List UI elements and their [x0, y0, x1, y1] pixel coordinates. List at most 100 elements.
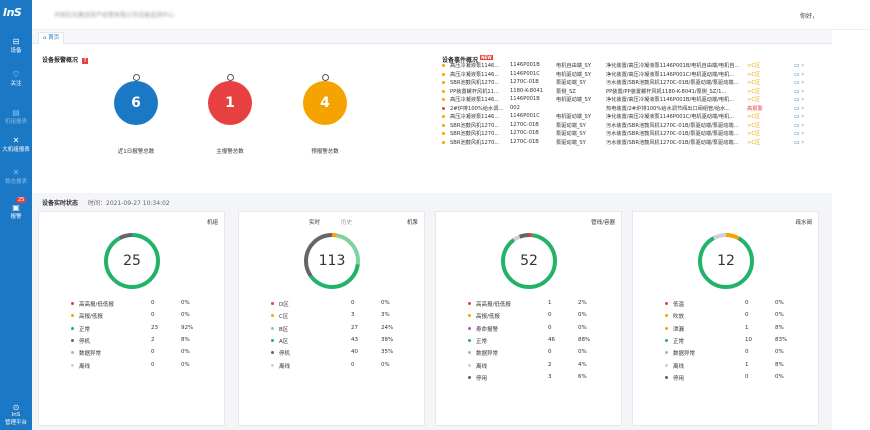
event-code: 1270C-01B — [510, 79, 539, 85]
status-count: 2 — [548, 361, 552, 368]
event-level: >C区 — [747, 139, 761, 146]
status-count: 0 — [548, 349, 552, 356]
status-dot — [665, 363, 668, 367]
event-level: >C区 — [747, 114, 761, 120]
sidebar-item-2[interactable]: ▤ 机组报表 — [0, 108, 32, 125]
status-pct: 0% — [578, 312, 587, 319]
event-type: 电机驱动端_SY — [556, 114, 591, 120]
event-row[interactable]: SBR池鼓风机1270... 1270C-01B 泵驱动端_SY 污水装置/SBR池鼓… — [442, 139, 822, 148]
status-row: A区 43 38% — [271, 337, 421, 347]
event-type: 泵驱动端_SY — [556, 122, 586, 129]
status-row: 离线 0 0% — [71, 362, 221, 372]
status-count: 27 — [351, 324, 358, 331]
status-count: 10 — [745, 336, 752, 343]
sidebar-item-1[interactable]: ♡ 关注 — [0, 70, 32, 87]
event-detail-icon[interactable]: ▭ › — [794, 62, 804, 69]
event-code: 1270C-01B — [510, 121, 539, 128]
card-tab-0[interactable]: 实时 — [309, 218, 320, 226]
status-card: 管线/容器 52 高高报/低低报 1 2% 高报/低报 0 0% 寿命报警 0 0% 正常 46 88% 数… — [435, 211, 622, 426]
event-type: 电机自由端_SY — [556, 63, 591, 69]
event-path: 净化装置/高压冷凝液泵1146P001C/电机驱动端/电机... — [606, 114, 735, 120]
event-level-dot — [442, 72, 445, 76]
status-dot — [271, 326, 274, 330]
status-row: 高报/低报 0 0% — [71, 312, 221, 322]
event-code: 1146P001C — [510, 70, 540, 77]
event-detail-icon[interactable]: ▭ › — [794, 71, 804, 78]
event-detail-icon[interactable]: ▭ › — [794, 88, 804, 95]
status-pct: 0% — [181, 300, 190, 306]
event-detail-icon[interactable]: ▭ › — [794, 113, 804, 120]
status-dot — [665, 326, 668, 330]
event-level-dot — [442, 132, 445, 135]
status-name: 正常 — [673, 338, 685, 345]
status-pct: 0% — [775, 349, 784, 356]
event-path: 热电装置/2#炉排100%给水调节阀出口阀组管/给水... — [606, 105, 731, 112]
sidebar-item-4[interactable]: ✕ 稳态报表 — [0, 168, 32, 185]
status-pct: 35% — [381, 349, 394, 356]
event-name: SBR池鼓风机1270... — [450, 122, 500, 129]
sidebar: InS ⊟ 设备 ♡ 关注 ▤ 机组报表 ✕ 大机组报表 ✕ 稳态报表 ▣ 报警 25 ⊙ InS 管理平… — [0, 0, 32, 430]
tab-home[interactable]: ⌂ 首页 — [38, 32, 65, 44]
status-dot — [665, 375, 668, 379]
event-level-dot — [442, 140, 445, 144]
alarm-bubble: 6 — [114, 74, 158, 125]
status-count: 1 — [548, 300, 552, 306]
event-detail-icon[interactable]: ▭ › — [794, 139, 804, 146]
event-detail-icon[interactable]: ▭ › — [794, 122, 804, 129]
status-row: 寿命报警 0 0% — [468, 325, 618, 335]
sidebar-item-5[interactable]: ▣ 报警 25 — [0, 197, 32, 220]
status-pct: 0% — [181, 312, 190, 319]
status-row: 数据异常 0 0% — [468, 349, 618, 359]
event-level: >C区 — [747, 71, 761, 78]
event-code: 1180-K-8041 — [510, 87, 544, 94]
user-greeting[interactable]: 你好， — [800, 11, 818, 20]
status-pct: 0% — [578, 324, 587, 331]
event-detail-icon[interactable]: ▭ › — [794, 96, 804, 103]
status-count: 0 — [745, 300, 749, 306]
status-row: B区 27 24% — [271, 325, 421, 335]
status-count: 43 — [351, 336, 358, 343]
status-dot — [71, 302, 74, 305]
event-path: 净化装置/高压冷凝液泵1146P001C/电机驱动端/电机... — [606, 71, 735, 78]
sidebar-item-label: 设备 — [10, 48, 22, 54]
status-title: 设备实时状态 — [42, 200, 79, 207]
status-pct: 0% — [181, 361, 190, 368]
event-type: 泵驱动端_SY — [556, 131, 586, 137]
sidebar-item-label: 稳态报表 — [4, 179, 27, 185]
status-count: 0 — [151, 300, 155, 306]
event-path: 污水装置/SBR池鼓风机1270C-01B/泵驱动端/泵驱动端... — [606, 80, 739, 86]
sidebar-item-platform[interactable]: ⊙ InS 管理平台 — [0, 403, 32, 426]
status-card: 疏水阀 12 低温 0 0% 吹放 0 0% 泄漏 1 8% 正常 10 83% 数据异常 0 0% 离线 1 8% 停… — [632, 211, 819, 426]
event-level: >C区 — [747, 88, 761, 95]
sidebar-item-0[interactable]: ⊟ 设备 — [0, 37, 32, 54]
status-row: 正常 10 83% — [665, 337, 815, 347]
alarm-bubble: 1 — [208, 74, 252, 125]
event-code: 1270C-01B — [510, 130, 539, 136]
status-name: 吹放 — [673, 314, 685, 321]
event-path: 净化装置/高压冷凝液泵1146P001B/电机自由端/电机自... — [606, 63, 740, 69]
status-name: 高高报/低低报 — [79, 302, 114, 308]
event-detail-icon[interactable]: ▭ › — [794, 130, 804, 137]
status-pct: 0% — [578, 349, 587, 356]
status-name: 数据异常 — [673, 351, 696, 358]
event-detail-icon[interactable]: ▭ › — [794, 79, 804, 86]
sidebar-item-3[interactable]: ✕ 大机组报表 — [0, 136, 32, 153]
card-category-label: 机组 — [206, 220, 218, 226]
event-type: 泵侧_SZ — [556, 88, 576, 95]
sidebar-item-label: InS 管理平台 — [4, 412, 27, 426]
status-dot — [468, 302, 471, 305]
event-code: 002 — [510, 104, 520, 111]
card-tab-1[interactable]: 历史 — [341, 218, 352, 226]
event-detail-icon[interactable]: ▭ › — [794, 105, 804, 112]
status-row: 停用 3 6% — [468, 374, 618, 384]
status-name: 高报/低报 — [79, 314, 103, 321]
tab-bar: ⌂ 首页 — [32, 30, 832, 44]
event-level-dot — [442, 115, 445, 118]
status-row: 高高报/低低报 0 0% — [71, 300, 221, 310]
event-name: 高压冷凝液泵1146... — [450, 63, 500, 69]
status-name: 正常 — [79, 326, 91, 333]
status-name: 寿命报警 — [476, 326, 499, 333]
event-code: 1270C-01B — [510, 138, 539, 145]
card-category-label: 机泵 — [406, 220, 418, 226]
ins-logo: InS — [3, 6, 22, 19]
